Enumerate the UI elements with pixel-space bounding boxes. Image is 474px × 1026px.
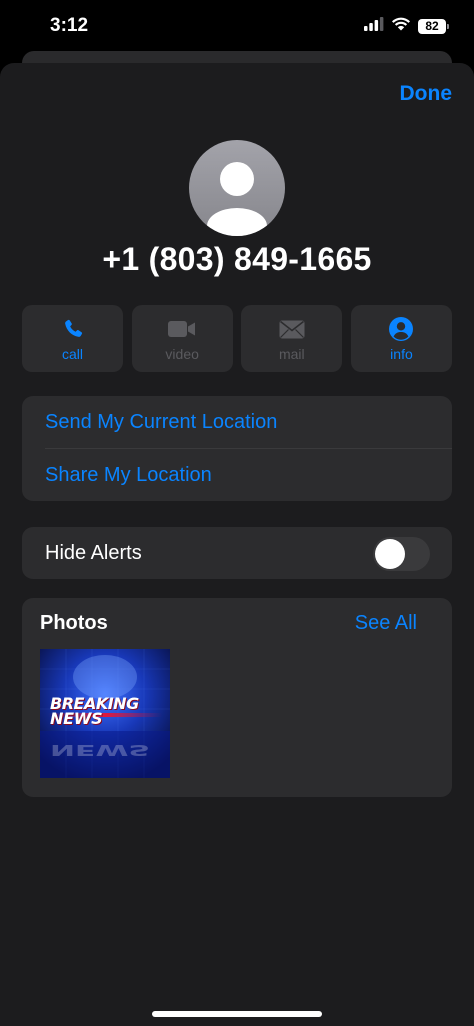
video-button[interactable]: video	[131, 305, 233, 372]
share-location-button[interactable]: Share My Location	[22, 449, 452, 501]
phone-icon	[62, 317, 84, 341]
status-indicators: 82	[364, 16, 449, 36]
photos-card: Photos See All NEWS BREAKING NEWS	[22, 598, 452, 797]
send-current-location-button[interactable]: Send My Current Location	[22, 396, 452, 448]
hide-alerts-toggle[interactable]	[373, 537, 430, 571]
contact-number: +1 (803) 849-1665	[102, 241, 372, 277]
toggle-knob	[375, 539, 405, 569]
thumbnail-headline: BREAKING NEWS	[50, 696, 170, 728]
photo-thumbnail[interactable]: NEWS BREAKING NEWS	[40, 649, 170, 778]
info-label: info	[390, 346, 413, 362]
person-silhouette-icon	[207, 162, 267, 236]
contact-details-sheet: Done +1 (803) 849-1665 call video mail i…	[0, 63, 474, 1026]
wifi-icon	[391, 16, 411, 36]
avatar	[189, 140, 285, 236]
call-label: call	[61, 346, 83, 362]
battery-indicator: 82	[418, 18, 449, 34]
thumbnail-text-line-2: NEWS	[50, 709, 103, 728]
done-button[interactable]: Done	[400, 82, 453, 106]
see-all-button[interactable]: See All	[355, 612, 417, 635]
envelope-icon	[279, 317, 305, 341]
video-camera-icon	[168, 317, 196, 341]
quick-actions: call video mail info	[22, 305, 452, 372]
alerts-group: Hide Alerts	[22, 527, 452, 579]
hide-alerts-row: Hide Alerts	[22, 527, 452, 579]
call-button[interactable]: call	[22, 305, 123, 372]
cellular-signal-icon	[364, 16, 384, 36]
home-indicator[interactable]	[152, 1011, 322, 1017]
status-time: 3:12	[50, 15, 89, 36]
video-label: video	[165, 346, 199, 362]
status-bar: 3:12 82	[0, 0, 474, 52]
mail-label: mail	[278, 346, 305, 362]
screen: 3:12 82 Done +1 (803) 849-1665 call vide…	[0, 0, 474, 1026]
photos-title: Photos	[40, 612, 108, 634]
mail-button[interactable]: mail	[241, 305, 343, 372]
hide-alerts-label: Hide Alerts	[45, 541, 142, 564]
info-button[interactable]: info	[350, 305, 452, 372]
svg-text:NEWS: NEWS	[50, 741, 150, 759]
location-group: Send My Current Location Share My Locati…	[22, 396, 452, 501]
person-circle-icon	[389, 317, 414, 341]
